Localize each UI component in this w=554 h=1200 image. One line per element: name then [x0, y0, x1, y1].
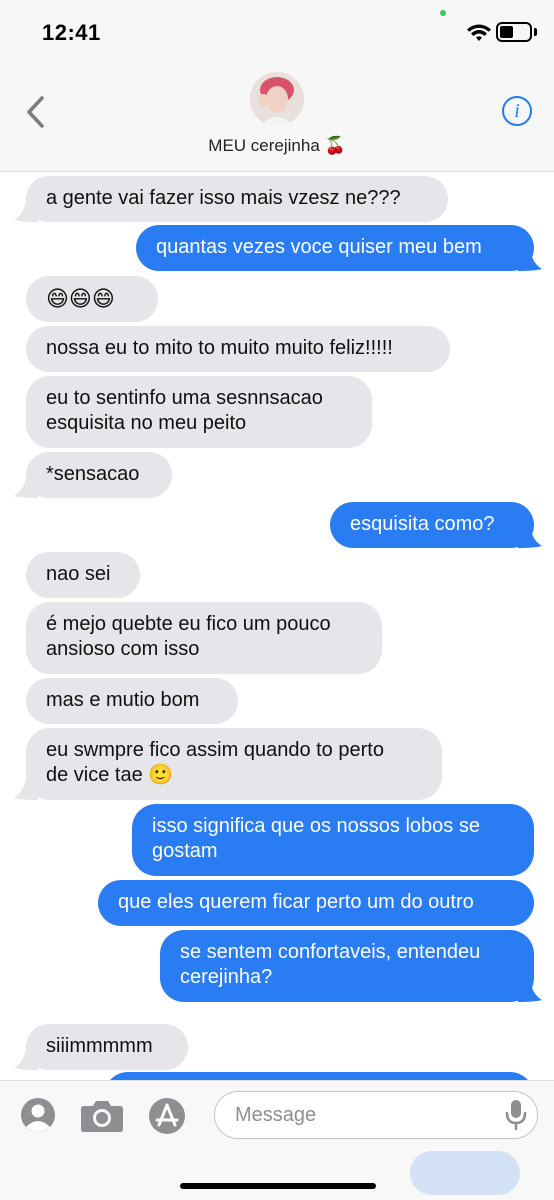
message-text-line-2: esquisita no meu peito [46, 412, 247, 434]
outgoing-message[interactable]: se sentem confortaveis, entendeu cerejin… [160, 930, 534, 1002]
app-store-icon[interactable] [148, 1097, 186, 1135]
message-text: siiimmmmm [46, 1035, 153, 1057]
contact-person-icon[interactable] [20, 1097, 56, 1133]
message-text: eu to sentinfo uma sesnnsacao [46, 387, 323, 409]
outgoing-message[interactable]: quantas vezes voce quiser meu bem [136, 225, 534, 271]
status-time: 12:41 [42, 20, 101, 45]
composer-bar [0, 1080, 554, 1200]
outgoing-bubble-tail [518, 526, 542, 548]
incoming-message[interactable]: eu swmpre fico assim quando to perto de … [26, 728, 442, 800]
incoming-bubble-tail [14, 200, 38, 222]
battery-cap [534, 28, 537, 36]
outgoing-message[interactable]: isso significa que os nossos lobos se go… [132, 804, 534, 876]
message-text-line-2: ansioso com isso [46, 638, 200, 660]
message-text: mas e mutio bom [46, 689, 200, 711]
incoming-message[interactable]: é mejo quebte eu fico um pouco ansioso c… [26, 602, 382, 674]
message-text: nao sei [46, 563, 111, 585]
contact-avatar[interactable] [250, 72, 304, 126]
incoming-message[interactable]: mas e mutio bom [26, 678, 238, 724]
message-thread[interactable]: a gente vai fazer isso mais vzesz ne??? … [0, 172, 554, 1080]
message-input[interactable] [214, 1091, 538, 1139]
message-text: é mejo quebte eu fico um pouco [46, 613, 331, 635]
message-text: quantas vezes voce quiser meu bem [156, 236, 482, 258]
outgoing-bubble-tail [518, 980, 542, 1002]
incoming-message[interactable]: eu to sentinfo uma sesnnsacao esquisita … [26, 376, 372, 448]
conversation-header: MEU cerejinha 🍒 i [0, 66, 554, 172]
message-text: se sentem confortaveis, entendeu [180, 941, 481, 963]
incoming-message[interactable]: nao sei [26, 552, 140, 598]
outgoing-bubble-tail [518, 249, 542, 271]
blurred-message-behind [410, 1151, 520, 1195]
contact-name[interactable]: MEU cerejinha 🍒 [0, 136, 554, 156]
incoming-message[interactable]: nossa eu to mito to muito muito feliz!!!… [26, 326, 450, 372]
avatar-photo-icon [250, 72, 304, 126]
wifi-icon [467, 24, 491, 41]
incoming-message[interactable]: siiimmmmm [26, 1024, 188, 1070]
message-text: *sensacao [46, 463, 140, 485]
incoming-message[interactable]: 😄😄😄 [26, 276, 158, 322]
camera-indicator-dot [440, 10, 446, 16]
outgoing-message-partial[interactable] [104, 1072, 534, 1080]
incoming-message[interactable]: a gente vai fazer isso mais vzesz ne??? [26, 176, 448, 222]
message-text-line-2: cerejinha? [180, 966, 273, 988]
incoming-bubble-tail [14, 778, 38, 800]
message-text-line-2: gostam [152, 840, 218, 862]
message-text: eu swmpre fico assim quando to perto [46, 739, 384, 761]
incoming-bubble-tail [14, 476, 38, 498]
info-icon[interactable]: i [502, 96, 532, 126]
back-chevron-icon[interactable] [22, 94, 48, 130]
incoming-bubble-tail [14, 1048, 38, 1070]
camera-icon[interactable] [80, 1097, 124, 1133]
home-indicator[interactable] [180, 1183, 376, 1189]
message-text: que eles querem ficar perto um do outro [118, 891, 474, 913]
battery-icon [496, 22, 532, 42]
incoming-message[interactable]: *sensacao [26, 452, 172, 498]
message-text-line-2: de vice tae 🙂 [46, 764, 174, 786]
outgoing-message[interactable]: que eles querem ficar perto um do outro [98, 880, 534, 926]
message-text: esquisita como? [350, 513, 495, 535]
status-bar: 12:41 [0, 0, 554, 66]
message-text: 😄😄😄 [46, 286, 115, 311]
message-text: isso significa que os nossos lobos se [152, 815, 480, 837]
microphone-icon[interactable] [504, 1099, 528, 1131]
message-text: nossa eu to mito to muito muito feliz!!!… [46, 337, 393, 359]
message-text: a gente vai fazer isso mais vzesz ne??? [46, 187, 401, 209]
outgoing-message[interactable]: esquisita como? [330, 502, 534, 548]
